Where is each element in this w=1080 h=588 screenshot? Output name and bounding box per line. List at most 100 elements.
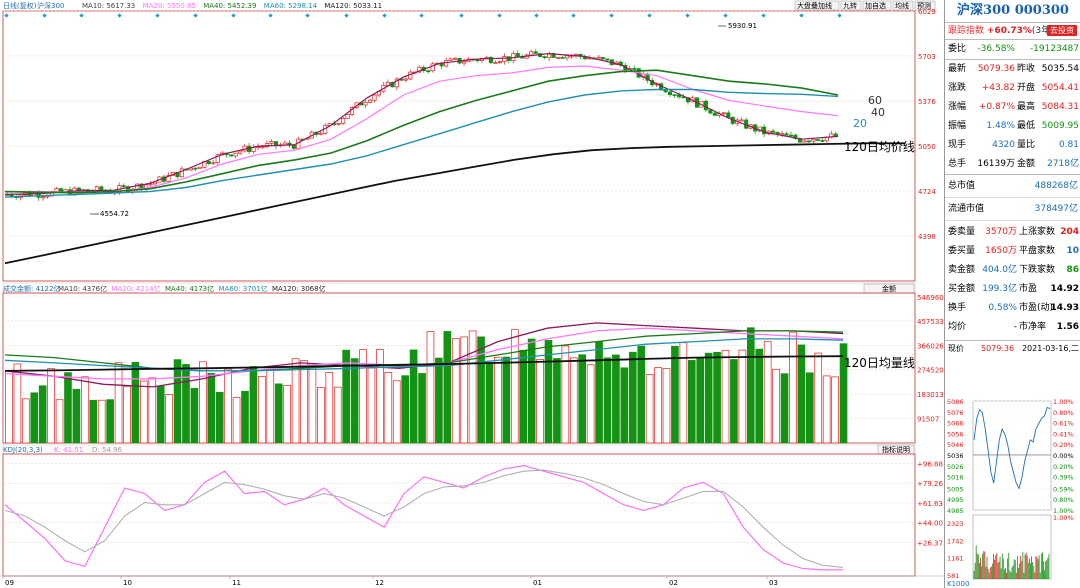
volume-bar — [797, 344, 806, 444]
volume-bar — [477, 336, 485, 444]
volume-bar — [772, 368, 780, 444]
invest-button[interactable]: 去投资 — [1047, 25, 1077, 36]
candle-body — [771, 130, 776, 133]
quote-key: 昨收 — [1017, 64, 1036, 74]
volume-ma-legend-item: MA120: 3068亿 — [272, 284, 326, 293]
volume-bar — [780, 373, 789, 444]
price-tick-label: 5376 — [918, 98, 936, 106]
quote-key: 最高 — [1017, 102, 1036, 112]
volume-bar — [97, 399, 106, 444]
candle-body — [475, 59, 480, 62]
toolbar-button-label: 大盘叠加线 — [797, 1, 832, 10]
volume-bar — [831, 376, 839, 444]
intraday-tick-left: 4985 — [947, 507, 964, 515]
kdj-pane — [2, 453, 916, 577]
toolbar-buttons[interactable]: 大盘叠加线 九转 加自选 均线 预测 — [794, 0, 936, 11]
candle-body — [448, 58, 453, 61]
toolbar-button-label: 均线 — [895, 1, 909, 10]
breadth-key: 卖金额 — [948, 265, 976, 275]
kdj-tick-label: +96.88 — [917, 460, 943, 468]
candle-body — [672, 94, 677, 97]
volume-bar — [460, 336, 469, 444]
candle-body — [533, 51, 538, 54]
volume-ma-legend-item: MA40: 4173亿 — [165, 284, 214, 293]
intraday-volume: 2323 1742 1161 581 1.00% — [947, 514, 1074, 580]
quote-row: 总手 16139万 金额 2718亿 — [945, 155, 1080, 174]
candle-body — [403, 78, 408, 81]
volume-bar — [578, 354, 587, 444]
intraday-tick-right: 0.20% — [1053, 441, 1074, 449]
signal-marker — [459, 13, 464, 18]
volume-bar — [687, 360, 696, 444]
float-cap-row: 流通市值 378497亿 — [945, 198, 1080, 221]
intraday-tick-right: 0.41% — [1053, 430, 1074, 438]
intraday-date: 2021-03-16,二 — [1021, 344, 1079, 353]
volume-bar — [47, 368, 55, 444]
kdj-axis: +96.88 +79.26 +61.63 +44.00 +26.37 — [917, 460, 943, 547]
kdj-tick-label: +61.63 — [917, 500, 943, 508]
quote-value: 1.48% — [986, 121, 1015, 131]
volume-bar — [342, 349, 350, 444]
panel-title: 沪深300 000300 — [945, 0, 1080, 23]
quote-key: 总手 — [948, 159, 967, 169]
volume-bar — [443, 331, 452, 444]
market-value: 488268亿 — [1034, 181, 1078, 191]
candle-body — [556, 57, 561, 59]
ma-legend: MA10: 5617.33 MA20: 5550.85 MA40: 5452.39 M… — [82, 2, 382, 10]
kdj-header — [2, 444, 916, 455]
breadth-value: 1.56 — [1056, 322, 1079, 332]
weibi-diff: -19123487 — [1029, 44, 1079, 54]
signal-marker — [534, 13, 539, 18]
x-tick-label: 02 — [669, 579, 678, 587]
candle-body — [493, 62, 498, 64]
signal-marker — [268, 13, 273, 18]
volume-bar — [300, 360, 308, 444]
volume-bar — [485, 362, 494, 444]
candle-body — [708, 109, 713, 114]
candle-body — [345, 114, 350, 119]
volume-bar — [435, 357, 443, 444]
candle-body — [632, 68, 637, 70]
candle-body — [41, 196, 46, 199]
candle-body — [54, 188, 59, 192]
signal-marker — [497, 13, 502, 18]
breadth-value: 204 — [1060, 227, 1079, 237]
intraday-chart[interactable]: 5086 1.00% 5076 0.80% 5066 0.61% 5056 0.41% 5046… — [945, 397, 1080, 588]
volume-bar — [140, 380, 148, 444]
quote-value: +0.87% — [978, 102, 1015, 112]
x-tick-label: 03 — [769, 579, 778, 587]
kline-chart[interactable]: 日线(复权) 沪深300 MA10: 5617.33 MA20: 5550.85 M… — [0, 0, 944, 588]
volume-bar — [367, 367, 376, 444]
volume-label: 成交金额: 4122亿 — [3, 284, 60, 293]
price-tick-label: 4398 — [918, 233, 936, 241]
volume-bar — [165, 394, 173, 444]
volume-axis: 546960 457533 366026 274520 183013 91507 — [917, 294, 944, 424]
intraday-tick-right: 0.59% — [1053, 485, 1074, 493]
candle-body — [336, 122, 341, 125]
breadth-row: 买金额 199.3亿 市盈 14.92 — [945, 280, 1080, 299]
candle-body — [515, 53, 520, 57]
indicator-help-label: 指标说明 — [882, 445, 910, 454]
volume-bar — [182, 364, 190, 444]
intraday-axis: 5086 1.00% 5076 0.80% 5066 0.61% 5056 0.41% 5046… — [947, 398, 1074, 515]
candle-body — [372, 94, 377, 101]
volume-bar — [274, 383, 283, 444]
quote-row: 最新 5079.36 昨收 5035.54 — [945, 60, 1080, 79]
breadth-key: 市盈 — [1019, 284, 1038, 294]
signal-markers — [4, 13, 842, 18]
volume-bar — [544, 339, 553, 444]
volume-bar — [333, 386, 342, 444]
market-key: 流通市值 — [948, 204, 985, 214]
signal-marker — [647, 13, 652, 18]
track-label: 跟踪指数 — [948, 26, 985, 36]
x-tick-label: 10 — [123, 579, 132, 587]
candle-body — [206, 161, 211, 165]
volume-bar — [569, 357, 578, 444]
candle-body — [779, 133, 785, 136]
quote-key: 振幅 — [948, 121, 967, 131]
breadth-key: 下跌家数 — [1019, 265, 1056, 275]
kdj-line-d — [4, 469, 844, 569]
kdj-tick-label: +79.26 — [917, 480, 943, 488]
volume-bar — [654, 367, 662, 444]
toolbar-button-label: 九转 — [843, 1, 857, 10]
